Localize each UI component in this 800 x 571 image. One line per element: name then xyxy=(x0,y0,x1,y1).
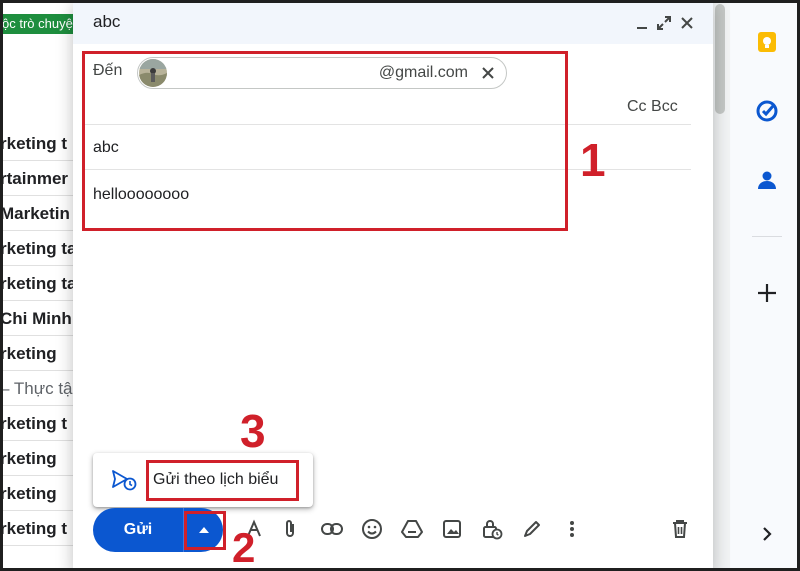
inbox-row[interactable]: rketing xyxy=(0,476,80,511)
subject-field[interactable]: abc xyxy=(93,139,119,157)
inbox-row[interactable]: rketing xyxy=(0,441,80,476)
more-options-icon[interactable] xyxy=(559,516,585,542)
side-panel-divider xyxy=(752,236,782,237)
minimize-icon[interactable] xyxy=(631,12,653,34)
send-button[interactable]: Gửi xyxy=(93,508,183,552)
annotation-step1: 1 xyxy=(580,134,606,186)
emoji-icon[interactable] xyxy=(359,516,385,542)
avatar xyxy=(139,59,167,87)
photo-icon[interactable] xyxy=(439,516,465,542)
cc-link[interactable]: Cc xyxy=(627,98,647,115)
remove-recipient-icon[interactable] xyxy=(478,63,498,83)
inbox-row[interactable]: Chi Minh xyxy=(0,301,80,336)
drive-icon[interactable] xyxy=(399,516,425,542)
message-body[interactable]: helloooooooo xyxy=(93,186,189,204)
inbox-row[interactable]: rketing ta xyxy=(0,231,80,266)
trash-icon[interactable] xyxy=(667,516,693,542)
expand-icon[interactable] xyxy=(653,12,675,34)
recipient-email: @gmail.com xyxy=(378,64,468,81)
to-label: Đến xyxy=(93,62,123,79)
compose-window: abc Đến @gmail.com Cc Bcc abc helloooooo… xyxy=(73,0,713,571)
inbox-row[interactable]: rketing t xyxy=(0,511,80,546)
inbox-row[interactable]: rketing t xyxy=(0,406,80,441)
signature-pen-icon[interactable] xyxy=(519,516,545,542)
cc-bcc-links: Cc Bcc xyxy=(627,98,678,116)
schedule-send-icon xyxy=(111,468,137,492)
send-options-button[interactable] xyxy=(183,508,223,552)
inbox-row[interactable]: rketing xyxy=(0,336,80,371)
annotation-step2: 2 xyxy=(232,524,256,571)
contacts-icon[interactable] xyxy=(753,166,781,194)
annotation-step3: 3 xyxy=(240,405,266,457)
inbox-row[interactable]: rketing ta xyxy=(0,266,80,301)
link-icon[interactable] xyxy=(319,516,345,542)
tasks-icon[interactable] xyxy=(753,97,781,125)
keep-icon[interactable] xyxy=(753,28,781,56)
add-icon[interactable] xyxy=(753,279,781,307)
schedule-send-option[interactable]: Gửi theo lịch biểu xyxy=(153,471,278,489)
inbox-row[interactable]: – Thực tậ xyxy=(0,371,80,406)
caret-up-icon xyxy=(198,527,209,533)
inbox-row[interactable]: rtainmer xyxy=(0,161,80,196)
close-icon[interactable] xyxy=(676,12,698,34)
compose-title: abc xyxy=(93,12,121,31)
recipient-chip[interactable]: @gmail.com xyxy=(137,57,507,89)
confidential-lock-icon[interactable] xyxy=(479,516,505,542)
inbox-list: ộc trò chuyệ rketing t rtainmer Marketin… xyxy=(0,0,80,571)
inbox-scrollbar-thumb[interactable] xyxy=(715,4,725,114)
bcc-link[interactable]: Bcc xyxy=(651,98,678,115)
inbox-row[interactable]: Marketin xyxy=(0,196,80,231)
conversation-label-chip[interactable]: ộc trò chuyệ xyxy=(0,14,80,34)
attach-icon[interactable] xyxy=(277,516,303,542)
compose-header[interactable]: abc xyxy=(73,0,713,44)
schedule-send-menu: Gửi theo lịch biểu xyxy=(93,453,313,507)
divider xyxy=(83,124,691,125)
chevron-right-icon[interactable] xyxy=(753,520,781,548)
inbox-row[interactable]: rketing t xyxy=(0,126,80,161)
